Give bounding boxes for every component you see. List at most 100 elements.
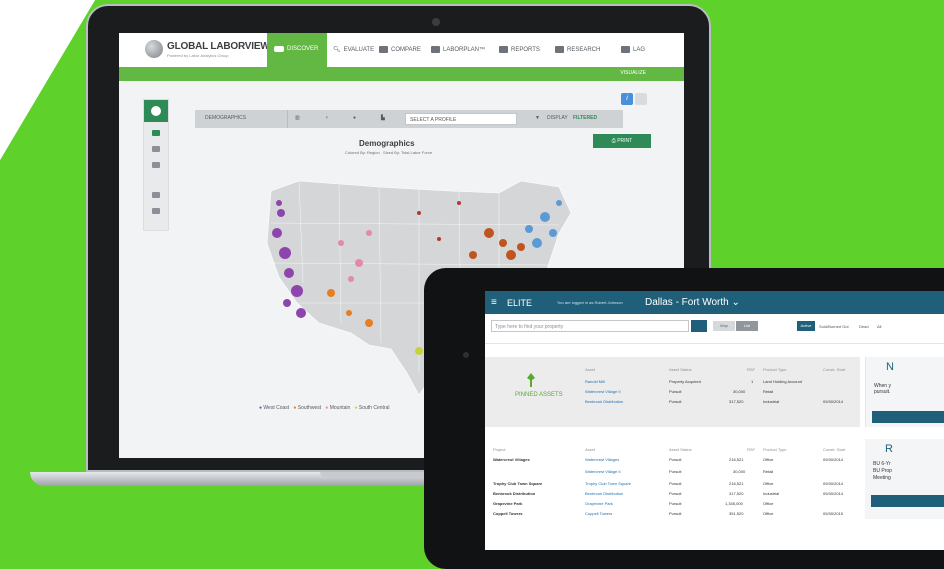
pinned-header-status: Asset Status — [669, 367, 692, 372]
add-tool-button[interactable] — [144, 100, 168, 122]
nav-lag-label: LAG — [633, 46, 646, 53]
workforce-icon[interactable]: ▥ — [295, 115, 300, 121]
display-value[interactable]: FILTERED — [573, 115, 597, 121]
nav-research-label: RESEARCH — [567, 46, 601, 53]
profile-select[interactable]: SELECT A PROFILE — [405, 113, 517, 125]
reports-panel: R BU 6-Yr BU Prop Meeting — [865, 439, 944, 519]
sized-by-label: Sized By: Total Labor Force — [383, 150, 433, 155]
table-row-rsf: 317,520 — [729, 491, 744, 496]
nav-laborplan[interactable]: LABORPLAN™ — [431, 46, 485, 53]
legend-item-southwest[interactable]: ● Southwest — [293, 405, 321, 411]
map-view-toggle[interactable]: Map — [713, 321, 735, 331]
property-search-input[interactable]: Type here to find your property — [491, 320, 689, 332]
legend-item-south-central[interactable]: ● South Central — [354, 405, 389, 411]
table-row-status: Pursuit — [669, 511, 682, 516]
pinned-row-asset[interactable]: Ranold Mill — [585, 379, 605, 384]
map-tool-icon[interactable] — [152, 130, 160, 136]
globe-icon[interactable]: ● — [353, 115, 356, 121]
notification-button[interactable] — [872, 411, 944, 423]
reports-button[interactable] — [871, 495, 944, 507]
tablet-screen: ≡ ELITE You are logged in as Robert John… — [485, 291, 944, 550]
brand-label[interactable]: ELITE — [507, 298, 532, 308]
filter-icon[interactable]: ▼ — [535, 115, 540, 121]
pinned-row-status: Pursuit — [669, 399, 682, 404]
pinned-assets-label: PINNED ASSETS — [515, 392, 563, 398]
table-row-status: Pursuit — [669, 457, 682, 462]
legend-item-west-coast[interactable]: ● West Coast — [259, 405, 289, 411]
table-row-project[interactable]: Coppell Towers — [493, 511, 522, 516]
nav-laborplan-label: LABORPLAN™ — [443, 46, 486, 53]
pinned-header-rsf: RSF — [747, 367, 755, 372]
status-tab-dead[interactable]: Dead — [859, 324, 869, 329]
list-view-toggle[interactable]: List — [736, 321, 758, 331]
pinned-row-asset[interactable]: Benbrook Distribution — [585, 399, 623, 404]
table-row-status: Pursuit — [669, 469, 682, 474]
table-row-asset[interactable]: Watercrest Villages — [585, 457, 619, 462]
legend-item-mountain[interactable]: ● Mountain — [325, 405, 350, 411]
table-row-project[interactable]: Benbrook Distribution — [493, 491, 535, 496]
status-tab-sold[interactable]: Sold/Burned Out — [819, 324, 849, 329]
info-button[interactable]: i — [621, 93, 633, 105]
paint-tool-icon[interactable] — [152, 192, 160, 198]
divider — [485, 343, 944, 344]
chart-tool-icon[interactable] — [152, 162, 160, 168]
demographics-tab[interactable]: DEMOGRAPHICS — [205, 115, 246, 121]
toolbar: DEMOGRAPHICS ▥ ♆ ● ▙ SELECT A PROFILE ▼ … — [195, 110, 623, 128]
reports-line[interactable]: Meeting — [873, 475, 891, 481]
reports-line[interactable]: BU Prop — [873, 468, 892, 474]
table-row-asset[interactable]: Grapevine Park — [585, 501, 613, 506]
pinned-row-status: Pursuit — [669, 389, 682, 394]
pinned-row-status: Property Acquired — [669, 379, 701, 384]
print-button[interactable]: ⎙ PRINT — [593, 134, 651, 148]
search-button[interactable] — [691, 320, 707, 332]
table-row-asset[interactable]: Watercrest Village II — [585, 469, 621, 474]
table-row-project[interactable]: Grapevine Park — [493, 501, 522, 506]
nav-research[interactable]: RESEARCH — [555, 46, 600, 53]
table-row-rsf: 30,000 — [733, 469, 746, 474]
pinned-assets-panel: PINNED ASSETS Asset Asset Status RSF Pro… — [485, 357, 860, 427]
pinned-row-start: 09/30/2014 — [823, 399, 844, 404]
visualize-label[interactable]: VISUALIZE — [620, 70, 646, 76]
status-tab-active[interactable]: Active — [797, 321, 815, 331]
table-row-rsf: 216,521 — [729, 481, 744, 486]
nav-discover[interactable]: DISCOVER — [267, 33, 327, 67]
market-selector[interactable]: Dallas - Fort Worth ⌄ — [645, 297, 740, 308]
cluster-tool-icon[interactable] — [152, 146, 160, 152]
expand-tool-icon[interactable] — [152, 208, 160, 214]
table-row-rsf: 216,521 — [729, 457, 744, 462]
laptop-notch — [320, 472, 430, 477]
table-row-project[interactable]: Watercrest Villages — [493, 457, 530, 462]
nav-evaluate[interactable]: 🔍︎ EVALUATE — [333, 46, 374, 54]
notification-line: pursuit. — [874, 389, 891, 395]
pinned-row-asset[interactable]: Watercrest Village II — [585, 389, 621, 394]
table-row-asset[interactable]: Benbrook Distribution — [585, 491, 623, 496]
status-tab-all[interactable]: All — [877, 324, 881, 329]
market-label: Dallas - Fort Worth — [645, 297, 729, 308]
education-icon[interactable]: ♆ — [325, 115, 329, 121]
user-status: You are logged in as Robert Johnson — [557, 300, 623, 305]
gear-icon — [621, 46, 630, 53]
nav-discover-label: DISCOVER — [287, 46, 319, 52]
table-row-type: Office — [763, 457, 774, 462]
table-row-asset[interactable]: Coppell Towers — [585, 511, 612, 516]
pinned-row-type: Land Holding Account — [763, 379, 802, 384]
col-project: Project — [493, 447, 506, 452]
cloud-button[interactable] — [635, 93, 647, 105]
building-icon[interactable]: ▙ — [381, 115, 385, 121]
pinned-header-type: Product Type — [763, 367, 787, 372]
reports-line[interactable]: BU 6-Yr — [873, 461, 891, 467]
nav-lag[interactable]: LAG — [621, 46, 645, 53]
nav-reports-label: REPORTS — [511, 46, 540, 53]
map-legend: ● West Coast ● Southwest ● Mountain ● So… — [259, 405, 389, 411]
col-rsf: RSF — [747, 447, 755, 452]
tablet-camera — [463, 352, 469, 358]
table-row-type: Office — [763, 501, 774, 506]
nav-compare[interactable]: COMPARE — [379, 46, 421, 53]
table-row-project[interactable]: Trophy Club Town Square — [493, 481, 542, 486]
table-row-start: 09/30/2014 — [823, 481, 844, 486]
visualize-bar: VISUALIZE — [119, 67, 684, 81]
logo-title[interactable]: GLOBAL LABORVIEW — [167, 41, 270, 52]
nav-reports[interactable]: REPORTS — [499, 46, 540, 53]
table-row-asset[interactable]: Trophy Club Town Square — [585, 481, 631, 486]
hamburger-menu-icon[interactable]: ≡ — [491, 297, 497, 308]
